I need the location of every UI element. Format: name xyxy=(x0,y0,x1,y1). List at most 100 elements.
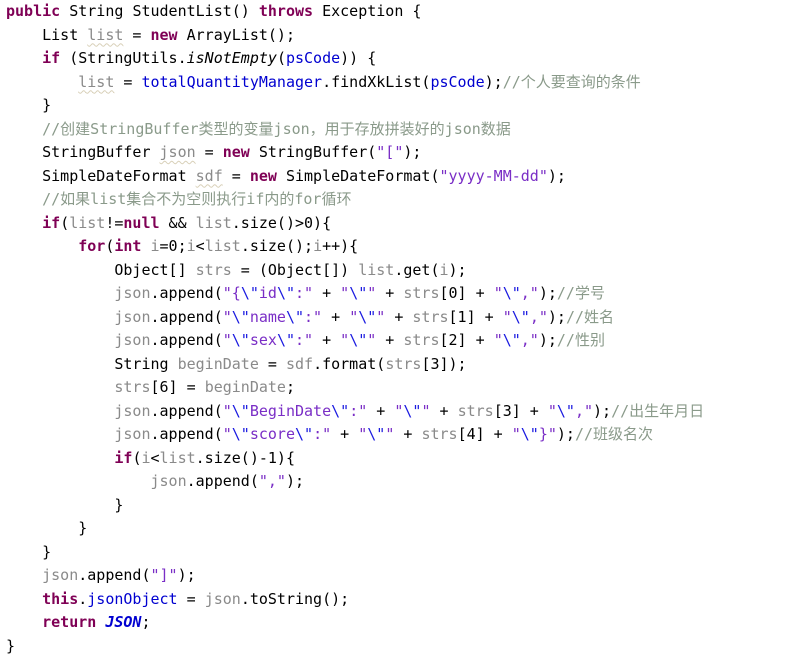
code-line[interactable]: //创建StringBuffer类型的变量json，用于存放拼装好的json数据 xyxy=(0,118,796,142)
code-token-string: ," xyxy=(521,331,539,349)
code-token-plain: ); xyxy=(548,308,566,326)
code-line[interactable]: String beginDate = sdf.format(strs[3]); xyxy=(0,353,796,377)
code-line[interactable]: json.append("\"BeginDate\":" + "\"" + st… xyxy=(0,400,796,424)
code-token-localnu: json xyxy=(114,308,150,326)
code-token-plain: ); xyxy=(485,73,503,91)
code-token-plain: . xyxy=(78,590,87,608)
code-token-plain: + xyxy=(376,331,403,349)
indent-whitespace xyxy=(6,237,78,255)
code-token-plain: + xyxy=(385,308,412,326)
code-token-plain: .size(); xyxy=(241,237,313,255)
code-token-plain: && xyxy=(160,214,196,232)
code-token-string: " xyxy=(367,331,376,349)
code-token-string: :" xyxy=(304,308,322,326)
code-token-string: name xyxy=(250,308,286,326)
code-line[interactable]: SimpleDateFormat sdf = new SimpleDateFor… xyxy=(0,165,796,189)
code-token-field: psCode xyxy=(430,73,484,91)
code-line[interactable]: if(i<list.size()-1){ xyxy=(0,447,796,471)
code-token-plain: .format( xyxy=(313,355,385,373)
code-token-string: " xyxy=(223,402,232,420)
code-token-localnu: list xyxy=(205,237,241,255)
code-line[interactable]: list = totalQuantityManager.findXkList(p… xyxy=(0,71,796,95)
code-token-plain: + xyxy=(430,402,457,420)
code-token-plain: .append( xyxy=(151,425,223,443)
code-token-string: " xyxy=(340,331,349,349)
code-token-local: list xyxy=(87,26,123,44)
code-line[interactable]: json.append("{\"id\":" + "\"" + strs[0] … xyxy=(0,282,796,306)
code-line[interactable]: return JSON; xyxy=(0,611,796,635)
code-line[interactable]: Object[] strs = (Object[]) list.get(i); xyxy=(0,259,796,283)
indent-whitespace xyxy=(6,566,42,584)
code-token-string: " xyxy=(548,402,557,420)
code-token-plain: ); xyxy=(178,566,196,584)
indent-whitespace xyxy=(6,120,42,138)
code-line[interactable]: this.jsonObject = json.toString(); xyxy=(0,588,796,612)
code-token-plain xyxy=(96,613,105,631)
code-token-string: ," xyxy=(530,308,548,326)
indent-whitespace xyxy=(6,472,151,490)
code-token-string: " xyxy=(349,308,358,326)
code-token-localnu: json xyxy=(42,566,78,584)
code-token-static: isNotEmpty xyxy=(187,49,277,67)
code-token-keyword: new xyxy=(250,167,277,185)
code-token-escape: \" xyxy=(503,284,521,302)
code-token-type: SimpleDateFormat xyxy=(42,167,196,185)
code-token-plain: [2] + xyxy=(440,331,494,349)
code-token-plain: } xyxy=(42,543,51,561)
code-line[interactable]: public String StudentList() throws Excep… xyxy=(0,0,796,24)
indent-whitespace xyxy=(6,613,42,631)
code-token-string: " xyxy=(376,308,385,326)
code-line[interactable]: //如果list集合不为空则执行if内的for循环 xyxy=(0,188,796,212)
code-token-escape: \" xyxy=(295,425,313,443)
code-token-localnu: list xyxy=(196,214,232,232)
indent-whitespace xyxy=(6,73,78,91)
code-token-localnu: beginDate xyxy=(205,378,286,396)
code-token-plain: .size()>0){ xyxy=(232,214,331,232)
code-token-string: " xyxy=(494,331,503,349)
code-line[interactable]: for(int i=0;i<list.size();i++){ xyxy=(0,235,796,259)
code-line[interactable]: } xyxy=(0,541,796,565)
code-token-localnu: json xyxy=(205,590,241,608)
code-line[interactable]: List list = new ArrayList(); xyxy=(0,24,796,48)
code-line[interactable]: json.append("\"name\":" + "\"" + strs[1]… xyxy=(0,306,796,330)
code-token-localnu: list xyxy=(69,214,105,232)
code-line[interactable]: strs[6] = beginDate; xyxy=(0,376,796,400)
code-token-plain: .append( xyxy=(151,308,223,326)
code-token-string: :" xyxy=(295,331,313,349)
code-line[interactable]: } xyxy=(0,517,796,541)
code-token-plain: + xyxy=(313,331,340,349)
code-line[interactable]: } xyxy=(0,94,796,118)
code-line[interactable]: json.append("\"sex\":" + "\"" + strs[2] … xyxy=(0,329,796,353)
code-token-keyword: if xyxy=(42,49,60,67)
code-token-type: List xyxy=(42,26,87,44)
indent-whitespace xyxy=(6,331,114,349)
code-token-type: String xyxy=(69,2,123,20)
code-token-localnu: strs xyxy=(458,402,494,420)
code-token-string: id xyxy=(259,284,277,302)
code-token-string: "[" xyxy=(376,143,403,161)
code-line[interactable]: if(list!=null && list.size()>0){ xyxy=(0,212,796,236)
code-token-plain xyxy=(60,2,69,20)
code-line[interactable]: json.append("]"); xyxy=(0,564,796,588)
code-line[interactable]: if (StringUtils.isNotEmpty(psCode)) { xyxy=(0,47,796,71)
code-token-plain: = xyxy=(114,73,141,91)
code-line[interactable]: } xyxy=(0,494,796,518)
code-token-plain: ); xyxy=(548,167,566,185)
code-token-escape: \" xyxy=(241,284,259,302)
code-token-escape: \" xyxy=(232,425,250,443)
code-token-localnu: strs xyxy=(403,331,439,349)
code-line[interactable]: } xyxy=(0,635,796,658)
code-token-plain xyxy=(141,237,150,255)
code-token-localnu: list xyxy=(358,261,394,279)
code-token-comment: //创建StringBuffer类型的变量json，用于存放拼装好的json数据 xyxy=(42,120,511,138)
code-token-plain: < xyxy=(196,237,205,255)
code-line[interactable]: StringBuffer json = new StringBuffer("["… xyxy=(0,141,796,165)
code-token-localnu: strs xyxy=(412,308,448,326)
code-line[interactable]: json.append("\"score\":" + "\"" + strs[4… xyxy=(0,423,796,447)
code-token-string: sex xyxy=(250,331,277,349)
code-token-plain: = (Object[]) xyxy=(232,261,358,279)
code-token-keyword: public xyxy=(6,2,60,20)
indent-whitespace xyxy=(6,308,114,326)
code-editor[interactable]: public String StudentList() throws Excep… xyxy=(0,0,796,620)
code-line[interactable]: json.append(","); xyxy=(0,470,796,494)
